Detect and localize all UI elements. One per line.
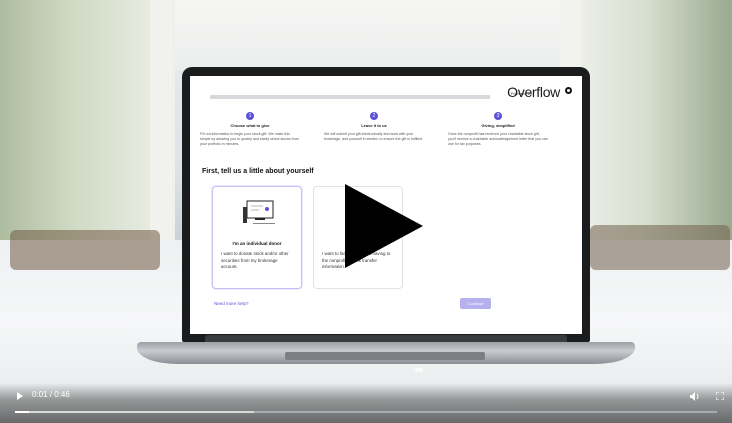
video-player[interactable]: Powered by Overflow 1 Choose what to giv… xyxy=(0,0,732,423)
continue-button[interactable]: Continue xyxy=(460,298,491,309)
play-overlay-icon[interactable] xyxy=(345,184,423,268)
progress-buffered xyxy=(15,411,254,413)
background-window-middle xyxy=(175,0,560,70)
account-icon xyxy=(565,87,572,94)
laptop-notch xyxy=(415,368,423,372)
laptop-trackpad xyxy=(285,352,485,360)
step-3: 3 Giving, simplified Once the nonprofit … xyxy=(448,112,548,147)
background-window-left xyxy=(0,0,175,260)
progress-played xyxy=(15,411,30,413)
step-description: Fill out information to begin your stock… xyxy=(200,132,299,146)
step-number-badge: 3 xyxy=(494,112,502,120)
step-1: 1 Choose what to give Fill out informati… xyxy=(200,112,300,147)
player-controls: 0:01 / 0:46 xyxy=(0,383,732,423)
volume-icon[interactable] xyxy=(690,392,701,401)
step-title: Giving, simplified xyxy=(481,123,515,128)
step-description: We will submit your gift electronically … xyxy=(324,132,424,141)
step-description: Once the nonprofit has received your cha… xyxy=(448,132,548,146)
step-title: Leave it to us xyxy=(361,123,387,128)
overflow-logo: Overflow xyxy=(507,84,560,100)
cut-off-heading xyxy=(210,95,490,99)
need-more-help-link[interactable]: Need more help? xyxy=(214,301,249,306)
step-title: Choose what to give xyxy=(230,123,270,128)
section-title: First, tell us a little about yourself xyxy=(202,168,314,175)
screen-header: Powered by Overflow xyxy=(190,76,582,104)
card-description: I want to donate stock and/or other secu… xyxy=(221,251,289,269)
time-display: 0:01 / 0:46 xyxy=(32,390,70,399)
donor-type-card-individual[interactable]: I'm an individual donor I want to donate… xyxy=(212,186,302,289)
progress-bar[interactable] xyxy=(15,411,717,413)
step-number-badge: 1 xyxy=(246,112,254,120)
computer-illustration-icon xyxy=(243,200,275,224)
background-pillar xyxy=(150,0,172,250)
play-icon[interactable] xyxy=(17,392,23,400)
step-2: 2 Leave it to us We will submit your gif… xyxy=(324,112,424,147)
chair-left xyxy=(10,230,160,270)
step-number-badge: 2 xyxy=(370,112,378,120)
steps-row: 1 Choose what to give Fill out informati… xyxy=(200,112,572,147)
card-title: I'm an individual donor xyxy=(232,241,282,246)
chair-right xyxy=(590,225,730,270)
fullscreen-icon[interactable] xyxy=(716,392,724,400)
